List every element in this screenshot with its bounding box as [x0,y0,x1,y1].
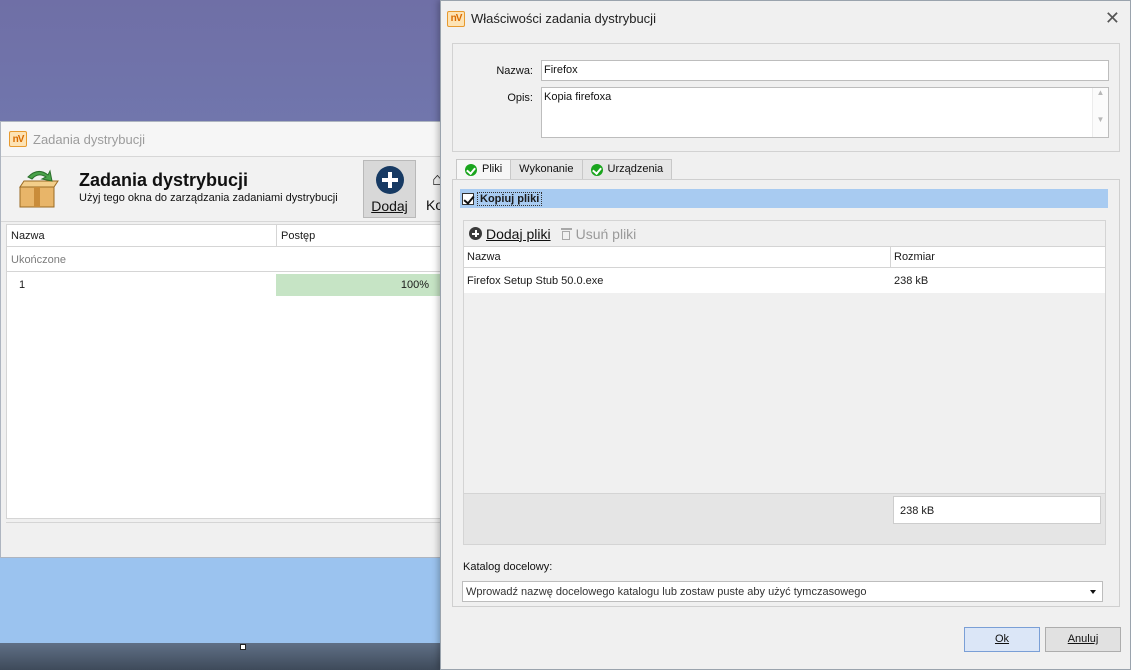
column-header-size[interactable]: Rozmiar [891,247,938,267]
files-summary-bar: 238 kB [464,493,1105,544]
column-header-file-name[interactable]: Nazwa [464,247,891,267]
table-row[interactable]: 1 100% [7,272,445,297]
add-task-button[interactable]: Dodaj [363,160,416,218]
total-size-cell: 238 kB [893,496,1101,524]
tab-files-label: Pliki [482,163,503,175]
copy-files-label[interactable]: Kopiuj pliki [477,191,543,206]
add-files-label: Dodaj pliki [486,225,551,242]
cancel-label: Anuluj [1067,633,1099,645]
chevron-down-icon[interactable] [1090,590,1096,594]
window-title: Zadania dystrybucji [33,131,145,147]
add-files-button[interactable]: Dodaj pliki [469,226,551,242]
progress-bar: 100% [275,273,445,296]
copy-files-row[interactable]: Kopiuj pliki [460,189,1108,208]
tab-execution[interactable]: Wykonanie [510,159,583,179]
table-row[interactable]: Firefox Setup Stub 50.0.exe 238 kB [464,268,1105,293]
dialog-title: Właściwości zadania dystrybucji [471,11,656,26]
status-bar [6,522,446,550]
column-header-name[interactable]: Nazwa [7,225,277,246]
tab-files[interactable]: Pliki [456,159,512,180]
cancel-button[interactable]: Anuluj [1045,627,1121,652]
check-circle-icon [590,164,603,176]
close-icon[interactable]: ✕ [1105,8,1120,29]
header-subtitle: Użyj tego okna do zarządzania zadaniami … [79,192,338,204]
tab-strip: Pliki Wykonanie Urządzenia [456,159,673,180]
grid-empty-area [464,293,1105,493]
ok-button[interactable]: Ok [964,627,1040,652]
description-text: Kopia firefoxa [544,91,612,103]
trash-icon [560,227,572,240]
scrollbar[interactable]: ▲ ▼ [1092,88,1108,137]
add-task-label: Dodaj [371,198,408,214]
header-title: Zadania dystrybucji [79,170,249,190]
remove-files-button[interactable]: Usuń pliki [560,225,637,242]
task-properties-dialog: nV Właściwości zadania dystrybucji ✕ Naz… [440,0,1131,670]
name-label: Nazwa: [496,65,533,77]
tasks-grid: Nazwa Postęp Ukończone 1 100% [6,224,446,519]
plus-circle-icon [469,227,482,240]
copy-files-checkbox[interactable] [462,192,474,205]
files-toolbar: Dodaj pliki Usuń pliki [464,221,1105,246]
group-row-completed[interactable]: Ukończone [7,247,445,272]
files-group: Dodaj pliki Usuń pliki Nazwa Rozmiar Fir… [463,220,1106,545]
tab-devices[interactable]: Urządzenia [581,159,673,179]
ok-label: Ok [994,633,1010,645]
dialog-title-bar[interactable]: nV Właściwości zadania dystrybucji ✕ [441,1,1130,36]
file-size-cell: 238 kB [894,274,929,287]
package-arrow-icon [19,169,59,208]
grid-header: Nazwa Postęp [7,225,445,247]
description-label: Opis: [507,92,533,104]
resize-handle[interactable] [240,644,246,650]
app-logo-icon: nV [447,10,465,27]
files-grid: Nazwa Rozmiar Firefox Setup Stub 50.0.ex… [464,246,1105,493]
window-header: Zadania dystrybucji Użyj tego okna do za… [1,156,445,222]
general-properties-box: Nazwa: Firefox Opis: Kopia firefoxa ▲ ▼ [452,43,1120,152]
files-tab-panel: Kopiuj pliki Dodaj pliki Usuń pliki Nazw… [452,179,1120,607]
plus-circle-icon [376,166,404,194]
remove-files-label: Usuń pliki [575,225,637,242]
distribution-tasks-window: nV Zadania dystrybucji Zadania dystrybuc… [0,121,446,558]
name-field[interactable]: Firefox [541,60,1109,81]
task-name-cell: 1 [19,278,26,291]
file-name-cell: Firefox Setup Stub 50.0.exe [467,274,604,287]
description-field[interactable]: Kopia firefoxa ▲ ▼ [541,87,1109,138]
check-circle-icon [465,164,477,176]
files-grid-header: Nazwa Rozmiar [464,247,1105,268]
app-logo-icon: nV [9,131,27,147]
title-bar[interactable]: nV Zadania dystrybucji [1,122,445,156]
target-dir-label: Katalog docelowy: [463,561,553,573]
column-header-progress[interactable]: Postęp [277,225,319,246]
tab-devices-label: Urządzenia [607,163,664,175]
tab-execution-label: Wykonanie [519,163,574,175]
target-dir-placeholder: Wprowadź nazwę docelowego katalogu lub z… [466,586,867,598]
taskbar [0,643,445,670]
target-dir-combobox[interactable]: Wprowadź nazwę docelowego katalogu lub z… [462,581,1103,602]
